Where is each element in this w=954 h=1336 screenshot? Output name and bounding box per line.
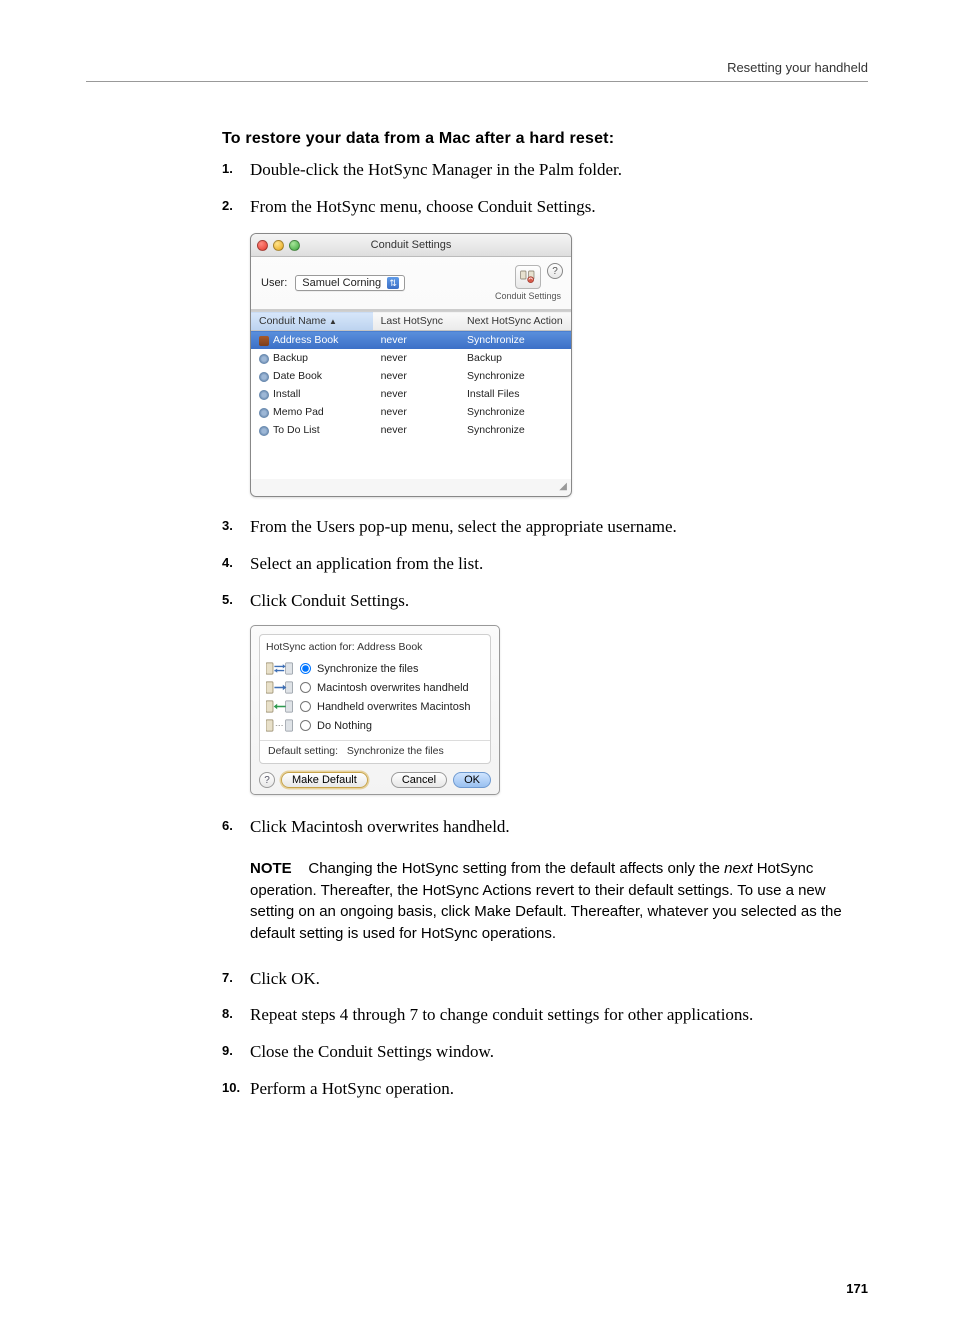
resize-grip-icon[interactable]: ◢	[251, 479, 571, 496]
window-title: Conduit Settings	[251, 239, 571, 251]
last-hotsync-cell: never	[373, 331, 459, 350]
radio-handheld-overwrites[interactable]	[300, 701, 311, 712]
table-row[interactable]: Memo Pad neverSynchronize	[251, 403, 571, 421]
radio-handheld-overwrites-label: Handheld overwrites Macintosh	[317, 701, 470, 713]
next-action-cell: Backup	[459, 349, 571, 367]
note-text-1: Changing the HotSync setting from the de…	[308, 860, 724, 877]
table-row[interactable]: Install neverInstall Files	[251, 385, 571, 403]
note-block: NOTE Changing the HotSync setting from t…	[250, 858, 868, 945]
step-8-text: Repeat steps 4 through 7 to change condu…	[250, 1005, 753, 1024]
page-number: 171	[86, 1281, 868, 1296]
section-title: To restore your data from a Mac after a …	[222, 130, 868, 148]
step-1-text: Double-click the HotSync Manager in the …	[250, 160, 622, 179]
col-last-hotsync[interactable]: Last HotSync	[373, 312, 459, 331]
dialog-title-prefix: HotSync action for:	[266, 641, 355, 653]
step-5-text: Click Conduit Settings.	[250, 591, 409, 610]
cancel-button[interactable]: Cancel	[391, 772, 447, 788]
default-setting-row: Default setting: Synchronize the files	[266, 745, 484, 759]
col-next-action[interactable]: Next HotSync Action	[459, 312, 571, 331]
conduit-gear-icon	[259, 354, 269, 364]
table-row[interactable]: Address Book neverSynchronize	[251, 331, 571, 350]
radio-do-nothing-label: Do Nothing	[317, 720, 372, 732]
step-9-text: Close the Conduit Settings window.	[250, 1042, 494, 1061]
dialog-title: HotSync action for: Address Book	[266, 641, 484, 653]
step-3-text: From the Users pop-up menu, select the a…	[250, 517, 677, 536]
sort-asc-icon: ▲	[329, 317, 337, 326]
next-action-cell: Synchronize	[459, 421, 571, 439]
conduit-table: Conduit Name ▲ Last HotSync Next HotSync…	[251, 311, 571, 439]
conduit-gear-icon	[259, 390, 269, 400]
step-4-text: Select an application from the list.	[250, 554, 483, 573]
conduit-gear-icon	[259, 408, 269, 418]
next-action-cell: Synchronize	[459, 403, 571, 421]
next-action-cell: Synchronize	[459, 331, 571, 350]
step-6-text: Click Macintosh overwrites handheld.	[250, 817, 510, 836]
last-hotsync-cell: never	[373, 349, 459, 367]
radio-mac-overwrites-label: Macintosh overwrites handheld	[317, 682, 469, 694]
conduit-name: Date Book	[273, 370, 322, 382]
handheld-to-mac-icon	[266, 699, 294, 714]
hotsync-action-dialog: HotSync action for: Address Book Synchro…	[250, 625, 500, 795]
user-label: User:	[261, 277, 287, 289]
radio-mac-overwrites[interactable]	[300, 682, 311, 693]
step-5: 5.Click Conduit Settings.	[222, 589, 868, 614]
step-10-text: Perform a HotSync operation.	[250, 1079, 454, 1098]
user-popup-value: Samuel Corning	[302, 277, 381, 289]
dialog-title-app: Address Book	[357, 641, 422, 653]
step-7-text: Click OK.	[250, 969, 320, 988]
default-setting-value: Synchronize the files	[347, 745, 444, 757]
step-10: 10.Perform a HotSync operation.	[222, 1077, 868, 1102]
conduit-name: Install	[273, 388, 300, 400]
conduit-name: Backup	[273, 352, 308, 364]
help-icon[interactable]: ?	[259, 772, 275, 788]
radio-synchronize[interactable]	[300, 663, 311, 674]
conduit-name: Address Book	[273, 334, 338, 346]
step-7: 7.Click OK.	[222, 967, 868, 992]
mac-to-handheld-icon	[266, 680, 294, 695]
note-label: NOTE	[250, 860, 292, 877]
step-2: 2.From the HotSync menu, choose Conduit …	[222, 195, 868, 220]
col-conduit-name-label: Conduit Name	[259, 315, 326, 327]
step-9: 9.Close the Conduit Settings window.	[222, 1040, 868, 1065]
step-1: 1.Double-click the HotSync Manager in th…	[222, 158, 868, 183]
window-titlebar[interactable]: Conduit Settings	[251, 234, 571, 257]
sync-gear-icon	[520, 269, 536, 285]
do-nothing-icon	[266, 718, 294, 733]
conduit-settings-button[interactable]	[515, 265, 541, 289]
step-2-text: From the HotSync menu, choose Conduit Se…	[250, 197, 596, 216]
table-row[interactable]: BackupneverBackup	[251, 349, 571, 367]
address-book-icon	[259, 336, 269, 346]
radio-do-nothing[interactable]	[300, 720, 311, 731]
page-header: Resetting your handheld	[86, 60, 868, 82]
last-hotsync-cell: never	[373, 421, 459, 439]
last-hotsync-cell: never	[373, 367, 459, 385]
step-3: 3.From the Users pop-up menu, select the…	[222, 515, 868, 540]
note-italic: next	[724, 860, 752, 877]
next-action-cell: Install Files	[459, 385, 571, 403]
table-row[interactable]: To Do List neverSynchronize	[251, 421, 571, 439]
step-4: 4.Select an application from the list.	[222, 552, 868, 577]
last-hotsync-cell: never	[373, 385, 459, 403]
user-popup[interactable]: Samuel Corning ⇅	[295, 275, 405, 291]
table-row[interactable]: Date Book neverSynchronize	[251, 367, 571, 385]
step-6: 6.Click Macintosh overwrites handheld.	[222, 815, 868, 840]
toolbar-button-label: Conduit Settings	[495, 291, 561, 301]
make-default-button[interactable]: Make Default	[281, 772, 368, 788]
conduit-gear-icon	[259, 372, 269, 382]
chevron-updown-icon: ⇅	[387, 277, 399, 289]
default-setting-label: Default setting:	[268, 745, 338, 757]
col-conduit-name[interactable]: Conduit Name ▲	[251, 312, 373, 331]
conduit-settings-window: Conduit Settings User: Samuel Corning ⇅	[250, 233, 572, 497]
conduit-name: To Do List	[273, 424, 320, 436]
conduit-name: Memo Pad	[273, 406, 324, 418]
ok-button[interactable]: OK	[453, 772, 491, 788]
conduit-gear-icon	[259, 426, 269, 436]
next-action-cell: Synchronize	[459, 367, 571, 385]
radio-synchronize-label: Synchronize the files	[317, 663, 419, 675]
sync-both-icon	[266, 661, 294, 676]
step-8: 8.Repeat steps 4 through 7 to change con…	[222, 1003, 868, 1028]
last-hotsync-cell: never	[373, 403, 459, 421]
